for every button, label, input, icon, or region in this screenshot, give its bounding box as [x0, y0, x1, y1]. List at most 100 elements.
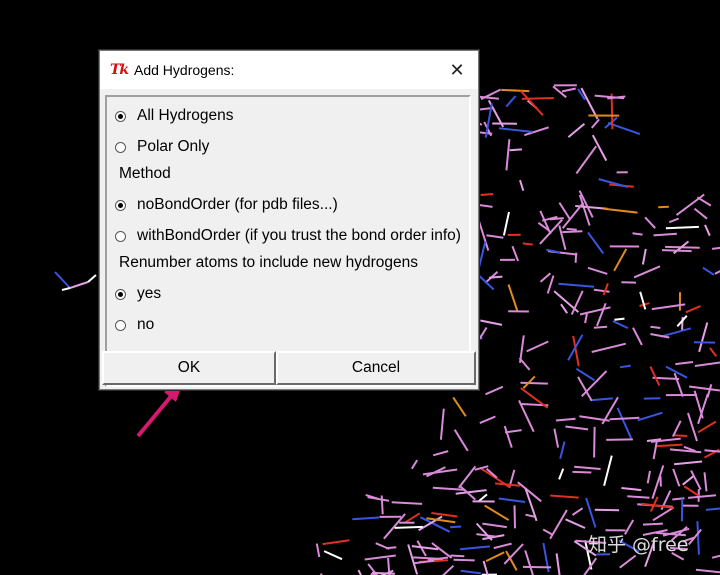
method-label: Method: [119, 165, 171, 182]
radio-icon: [115, 110, 126, 122]
radio-renumber-no[interactable]: no: [115, 312, 154, 338]
bond: [475, 522, 493, 541]
bond: [509, 148, 522, 152]
bond: [54, 271, 71, 289]
radio-renumber-yes[interactable]: yes: [115, 281, 161, 307]
bond: [668, 217, 680, 224]
bond: [485, 551, 505, 563]
bond: [596, 302, 607, 327]
bond: [560, 303, 569, 314]
bond: [632, 232, 643, 236]
bond: [453, 429, 469, 452]
bond: [711, 246, 720, 250]
renumber-label: Renumber atoms to include new hydrogens: [119, 254, 418, 271]
bond: [549, 509, 568, 540]
bond: [632, 327, 643, 346]
bond: [502, 211, 510, 236]
bond: [681, 316, 684, 330]
bond: [493, 542, 512, 550]
bond: [602, 283, 609, 296]
bond: [439, 408, 445, 440]
bond: [672, 420, 682, 438]
bond: [695, 568, 720, 574]
bond: [641, 248, 647, 265]
cancel-button[interactable]: Cancel: [276, 351, 476, 385]
bond: [549, 217, 564, 221]
bond: [480, 193, 494, 196]
bond: [650, 325, 661, 329]
bond: [619, 364, 631, 369]
radio-no-bond-order[interactable]: noBondOrder (for pdb files...): [115, 192, 338, 218]
bond: [478, 493, 488, 502]
bond: [649, 366, 661, 386]
bond: [488, 275, 503, 279]
bond: [705, 507, 720, 511]
radio-icon: [115, 319, 126, 331]
bond: [566, 227, 577, 231]
bond: [565, 518, 586, 529]
bond: [571, 507, 584, 516]
bond: [591, 342, 627, 353]
bond: [661, 249, 692, 253]
bond: [614, 317, 625, 321]
bond: [505, 139, 511, 171]
radio-polar-only[interactable]: Polar Only: [115, 134, 209, 160]
bond: [593, 325, 608, 329]
bond: [485, 385, 504, 396]
bond: [450, 525, 462, 529]
bond: [431, 542, 453, 559]
bond: [688, 385, 720, 392]
bond: [674, 434, 688, 437]
close-button[interactable]: ✕: [442, 55, 472, 85]
ok-button[interactable]: OK: [102, 351, 276, 385]
radio-icon: [115, 199, 126, 211]
bond: [542, 528, 553, 536]
bond: [407, 544, 419, 575]
bond: [674, 460, 703, 466]
radio-label: noBondOrder (for pdb files...): [137, 196, 338, 213]
bond: [61, 287, 71, 291]
bond: [655, 443, 683, 448]
bond: [482, 560, 489, 575]
bond: [450, 554, 465, 558]
bond: [550, 494, 579, 499]
pointer-arrow: [136, 382, 183, 438]
bond: [714, 270, 720, 275]
bond: [553, 428, 560, 448]
dialog-titlebar[interactable]: Tk Add Hydrogens: ✕: [100, 51, 478, 89]
bond: [352, 516, 379, 521]
bond: [323, 550, 343, 561]
bond: [642, 522, 663, 526]
bond: [484, 504, 510, 521]
bond: [672, 468, 681, 487]
bond: [455, 489, 487, 495]
bond: [580, 87, 599, 120]
bond: [511, 245, 520, 262]
bond: [562, 230, 583, 234]
bond: [431, 512, 458, 518]
bond: [646, 470, 651, 484]
bond: [539, 210, 552, 235]
bond: [558, 468, 565, 480]
bond: [652, 506, 674, 522]
bond: [693, 207, 708, 220]
bond: [432, 486, 466, 491]
bond: [477, 241, 487, 272]
radio-icon: [115, 288, 126, 300]
bond: [452, 396, 467, 417]
bond: [460, 545, 490, 551]
radio-with-bond-order[interactable]: withBondOrder (if you trust the bond ord…: [115, 223, 461, 249]
bond: [480, 319, 503, 326]
bond: [539, 272, 552, 283]
bond: [522, 242, 533, 246]
bond: [565, 425, 589, 431]
bond: [561, 87, 576, 93]
bond: [593, 426, 596, 458]
bond: [460, 569, 482, 575]
radio-all-hydrogens[interactable]: All Hydrogens: [115, 103, 234, 129]
close-icon: ✕: [449, 59, 465, 80]
bond: [709, 347, 718, 358]
bond: [501, 88, 530, 93]
bond: [391, 501, 423, 505]
bond: [696, 196, 712, 207]
